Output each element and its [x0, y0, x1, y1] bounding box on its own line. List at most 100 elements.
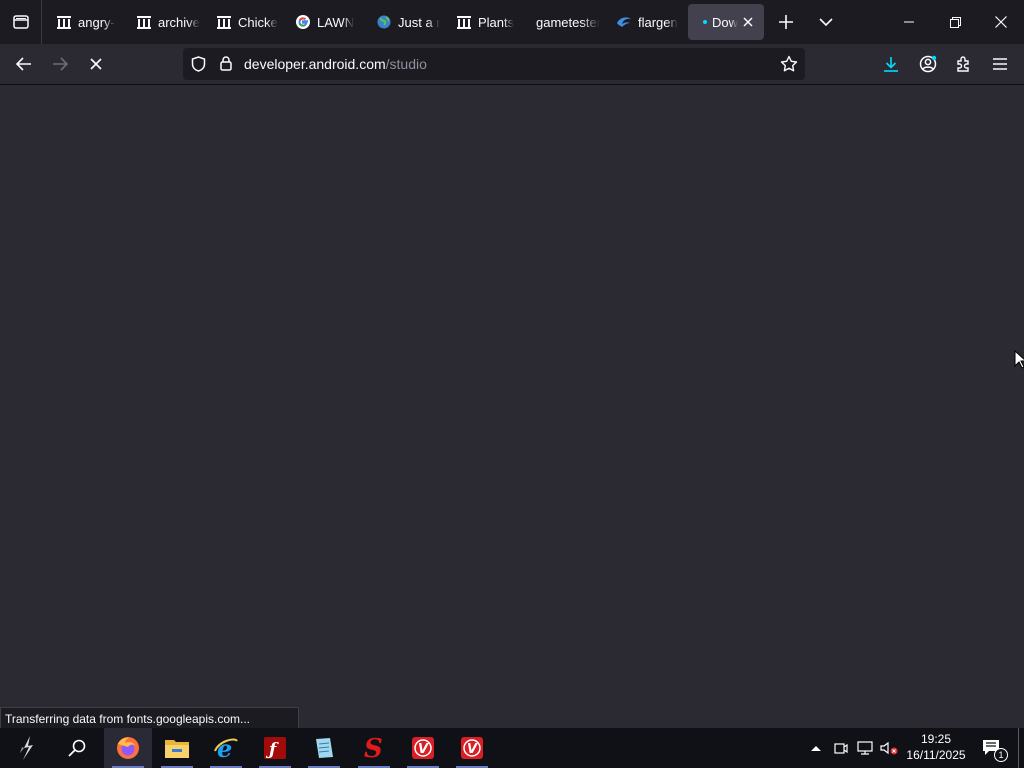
new-tab-button[interactable] — [770, 6, 802, 38]
taskbar-internet-explorer[interactable]: e — [202, 728, 250, 768]
back-button[interactable] — [8, 48, 40, 80]
taskbar-red-v-app-2[interactable]: V — [448, 728, 496, 768]
close-icon — [995, 16, 1007, 28]
chevron-down-icon — [819, 18, 833, 26]
downloads-button[interactable] — [875, 48, 907, 80]
minimize-button[interactable] — [886, 0, 932, 44]
arrow-left-icon — [16, 57, 31, 71]
navigation-toolbar: developer.android.com/studio — [0, 44, 1024, 85]
tab-strip: angry- archive Chicke LAWN Just a r Plan… — [0, 0, 1024, 44]
download-icon — [884, 57, 898, 72]
globe-icon — [376, 14, 392, 30]
taskbar-red-v-app-1[interactable]: V — [399, 728, 447, 768]
speaker-muted-icon — [880, 741, 898, 755]
camera-icon — [834, 743, 848, 754]
arrow-right-icon — [53, 57, 68, 71]
tab-gametester[interactable]: gametester — [524, 4, 600, 40]
lock-icon[interactable] — [220, 56, 232, 76]
tab-angry[interactable]: angry- — [44, 4, 120, 40]
notification-count-badge: 1 — [994, 748, 1008, 762]
account-button[interactable] — [912, 48, 944, 80]
taskbar-notepad[interactable] — [300, 728, 348, 768]
tab-title: Dow — [712, 14, 738, 30]
tray-meet-now[interactable] — [830, 728, 852, 768]
close-tab-icon[interactable] — [740, 14, 756, 30]
url-host: developer.android.com — [244, 56, 386, 72]
status-panel: Transferring data from fonts.googleapis.… — [0, 707, 299, 729]
svg-text:S: S — [364, 735, 383, 761]
mouse-cursor-icon — [1014, 350, 1024, 369]
url-text[interactable]: developer.android.com/studio — [244, 56, 427, 72]
tab-title: Chicke — [238, 14, 278, 30]
tab-title: Plants — [478, 14, 515, 30]
windows-taskbar: e ƒ S V V 19:25 16/11/2025 1 — [0, 728, 1024, 768]
taskbar-flash[interactable]: ƒ — [251, 728, 299, 768]
tray-network[interactable] — [854, 728, 876, 768]
taskbar-clock[interactable]: 19:25 16/11/2025 — [900, 731, 972, 763]
start-icon — [20, 736, 33, 760]
restore-icon — [949, 16, 961, 28]
taskbar-red-s-app[interactable]: S — [350, 728, 398, 768]
start-button[interactable] — [4, 728, 52, 768]
red-v-app-icon: V — [461, 737, 483, 759]
firefox-view-button[interactable] — [0, 0, 42, 44]
account-icon — [919, 55, 937, 73]
tab-flargen[interactable]: flargen — [604, 4, 682, 40]
stop-loading-button[interactable] — [80, 48, 112, 80]
tray-volume[interactable] — [878, 728, 900, 768]
tab-archive[interactable]: archive — [124, 4, 200, 40]
archive-org-icon — [56, 14, 72, 30]
url-path: /studio — [385, 56, 427, 72]
internet-explorer-icon: e — [214, 735, 238, 761]
tab-title: gametester — [536, 14, 600, 30]
svg-text:V: V — [467, 742, 478, 757]
stop-icon — [90, 58, 102, 70]
tab-title: Just a r — [398, 14, 440, 30]
archive-org-icon — [456, 14, 472, 30]
archive-org-icon — [216, 14, 232, 30]
tab-download-android-studio[interactable]: Dow — [688, 4, 764, 40]
extensions-button[interactable] — [948, 48, 980, 80]
action-center-button[interactable]: 1 — [978, 728, 1008, 768]
svg-text:V: V — [418, 742, 429, 757]
clock-date: 16/11/2025 — [906, 748, 966, 762]
chevron-up-icon — [811, 746, 821, 751]
file-explorer-icon — [165, 740, 189, 758]
archive-org-icon — [136, 14, 152, 30]
tracking-protection-shield-icon[interactable] — [191, 56, 206, 77]
taskbar-file-explorer[interactable] — [153, 728, 201, 768]
hamburger-menu-icon — [993, 58, 1007, 70]
flash-icon: ƒ — [264, 737, 286, 760]
plus-icon — [779, 15, 793, 29]
tab-chicken[interactable]: Chicke — [204, 4, 280, 40]
app-menu-button[interactable] — [984, 48, 1016, 80]
clock-time: 19:25 — [920, 732, 952, 746]
restore-button[interactable] — [932, 0, 978, 44]
loading-dot-icon — [702, 14, 708, 30]
network-icon — [857, 741, 873, 755]
tab-title: flargen — [638, 14, 678, 30]
show-desktop-divider[interactable] — [1018, 728, 1019, 768]
search-button[interactable] — [53, 728, 101, 768]
search-icon — [68, 739, 86, 757]
tab-title: archive — [158, 14, 200, 30]
taskbar-firefox[interactable] — [104, 728, 152, 768]
puzzle-icon — [957, 56, 969, 72]
forward-button[interactable] — [44, 48, 76, 80]
bookmark-star-icon[interactable] — [780, 55, 798, 78]
page-content — [0, 85, 1024, 728]
firefox-icon — [117, 737, 139, 759]
notepad-icon — [316, 738, 333, 758]
close-window-button[interactable] — [978, 0, 1024, 44]
list-all-tabs-button[interactable] — [810, 6, 842, 38]
red-s-app-icon: S — [364, 735, 383, 761]
tab-lawn[interactable]: LAWN — [283, 4, 359, 40]
google-icon — [295, 14, 311, 30]
tab-just-a-moment[interactable]: Just a r — [364, 4, 440, 40]
tab-plants[interactable]: Plants — [444, 4, 520, 40]
flargen-icon — [616, 14, 632, 30]
minimize-icon — [904, 21, 914, 23]
show-hidden-icons-button[interactable] — [806, 728, 826, 768]
address-bar[interactable]: developer.android.com/studio — [183, 48, 805, 80]
firefox-view-icon — [12, 15, 29, 29]
